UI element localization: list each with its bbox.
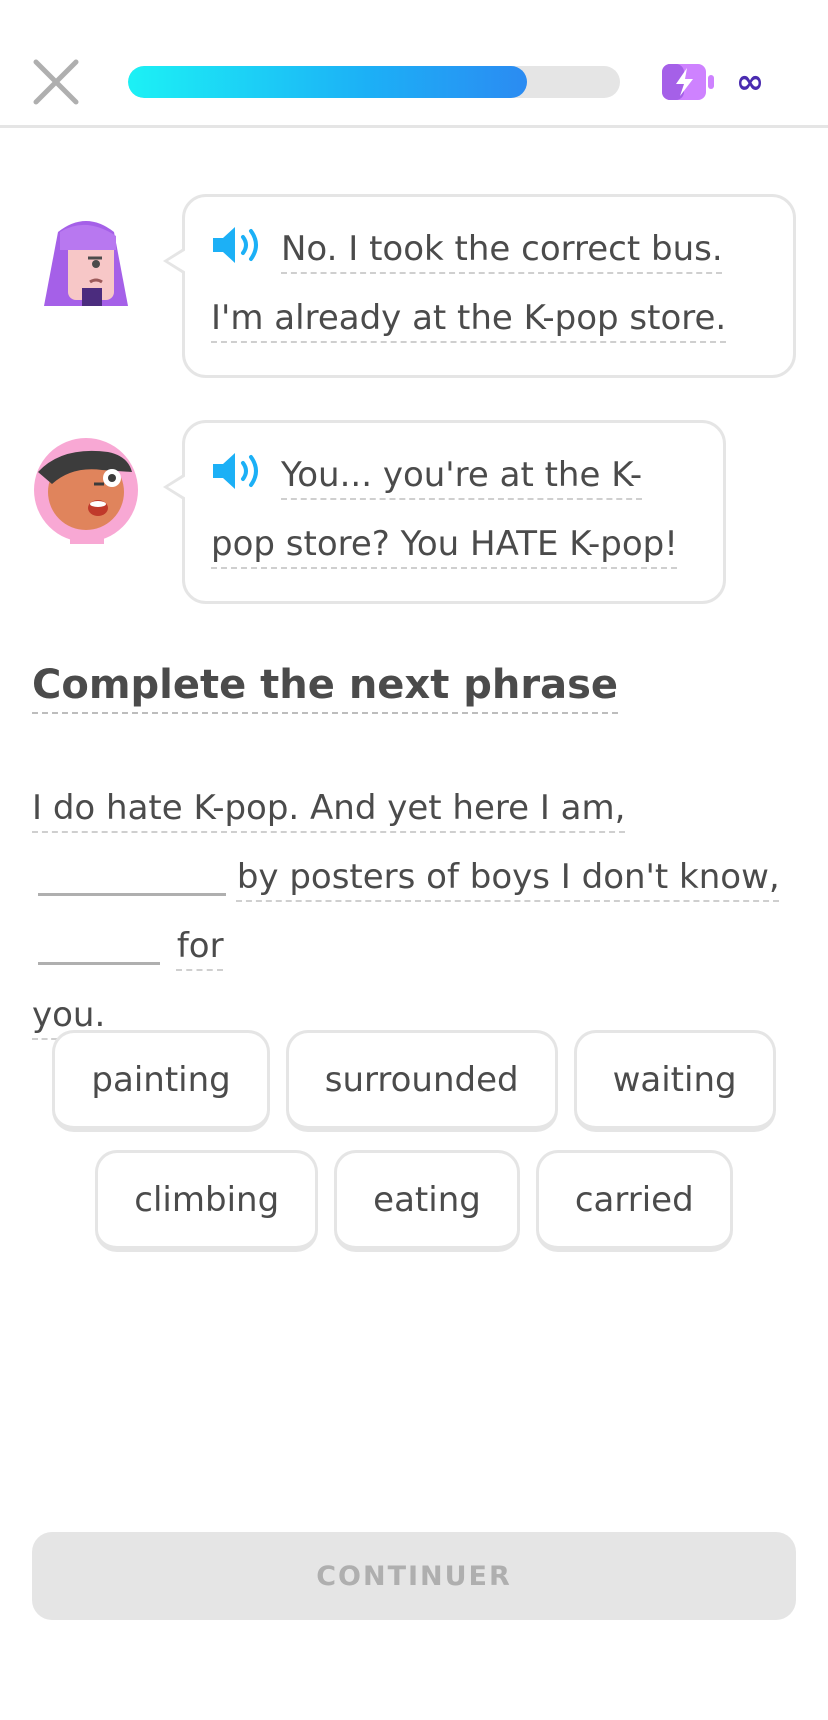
message-text[interactable]: You... you're at the K-pop store? You HA… bbox=[211, 455, 678, 564]
lily-avatar bbox=[30, 210, 142, 322]
sentence-text[interactable]: by posters of boys I don't know, bbox=[237, 857, 780, 897]
lily-speech-bubble: No. I took the correct bus. I'm already … bbox=[163, 194, 796, 378]
junior-speech-bubble: You... you're at the K-pop store? You HA… bbox=[163, 420, 726, 604]
word-bank: painting surrounded waiting climbing eat… bbox=[0, 1030, 828, 1270]
sentence-text[interactable]: you. bbox=[32, 995, 105, 1035]
energy-battery-icon[interactable] bbox=[660, 62, 716, 102]
instruction-title: Complete the next phrase bbox=[32, 662, 619, 708]
word-chip[interactable]: waiting bbox=[573, 1030, 776, 1132]
progress-fill bbox=[128, 66, 527, 98]
answer-blank[interactable] bbox=[38, 862, 226, 896]
lesson-header: ∞ bbox=[0, 0, 828, 128]
continue-button[interactable]: CONTINUER bbox=[32, 1532, 796, 1620]
word-chip[interactable]: carried bbox=[535, 1150, 733, 1252]
sentence-text[interactable]: I do hate K-pop. And yet here I am, bbox=[32, 788, 625, 828]
speaker-icon[interactable] bbox=[211, 451, 265, 491]
word-bank-row: painting surrounded waiting bbox=[0, 1030, 828, 1132]
word-bank-row: climbing eating carried bbox=[0, 1150, 828, 1252]
word-chip[interactable]: eating bbox=[334, 1150, 520, 1252]
answer-blank[interactable] bbox=[38, 931, 160, 965]
message-text[interactable]: No. I took the correct bus. I'm already … bbox=[211, 229, 726, 338]
infinity-label: ∞ bbox=[735, 62, 765, 102]
close-icon[interactable] bbox=[30, 56, 82, 108]
sentence-text[interactable]: for bbox=[177, 926, 224, 966]
word-chip[interactable]: climbing bbox=[95, 1150, 319, 1252]
progress-bar bbox=[128, 66, 620, 98]
speaker-icon[interactable] bbox=[211, 225, 265, 265]
junior-avatar bbox=[32, 436, 144, 548]
word-chip[interactable]: surrounded bbox=[285, 1030, 558, 1132]
word-chip[interactable]: painting bbox=[52, 1030, 270, 1132]
fill-in-sentence: I do hate K-pop. And yet here I am, by p… bbox=[32, 774, 800, 1050]
lesson-screen: ∞ No. I took the correct bus. I'm alread… bbox=[0, 0, 828, 1720]
